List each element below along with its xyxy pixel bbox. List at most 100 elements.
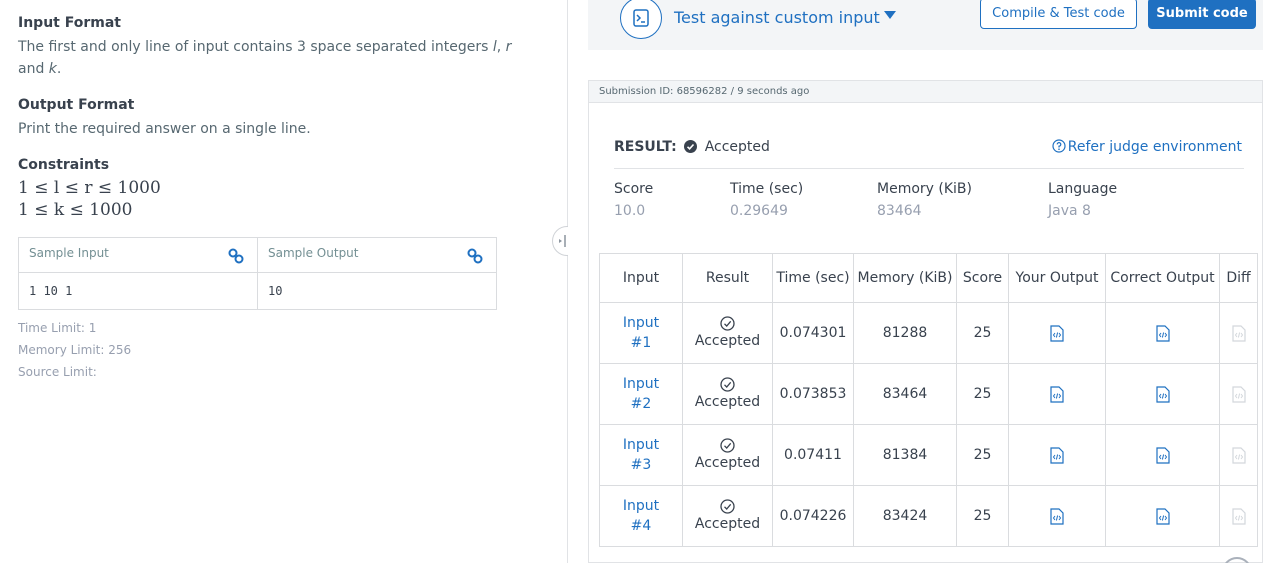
diff-file-icon — [1220, 507, 1257, 525]
problem-pane: Input Format The first and only line of … — [0, 0, 567, 563]
sample-input-value: 1 10 1 — [29, 284, 73, 298]
constraint-1: 1 ≤ l ≤ r ≤ 1000 — [18, 178, 161, 198]
col-input: Input — [599, 253, 683, 303]
your-output-cell[interactable] — [1008, 363, 1106, 425]
refer-judge-label: Refer judge environment — [1067, 139, 1242, 155]
custom-input-toggle[interactable] — [620, 0, 662, 39]
code-file-icon[interactable] — [1009, 385, 1105, 403]
correct-output-cell[interactable] — [1105, 485, 1220, 547]
your-output-cell[interactable] — [1008, 302, 1106, 364]
compile-test-button[interactable]: Compile & Test code — [980, 0, 1137, 29]
score-cell: 25 — [956, 302, 1009, 364]
correct-output-cell[interactable] — [1105, 302, 1220, 364]
input-link-label[interactable]: Input #2 — [619, 374, 663, 414]
result-cell: Accepted — [682, 424, 773, 486]
input-link-label[interactable]: Input #1 — [619, 313, 663, 353]
check-circle-icon — [683, 376, 772, 392]
col-diff: Diff — [1219, 253, 1258, 303]
sample-input-label: Sample Input — [29, 246, 109, 260]
diff-file-icon — [1220, 385, 1257, 403]
input-link-label[interactable]: Input #3 — [619, 435, 663, 475]
your-output-cell[interactable] — [1008, 485, 1106, 547]
code-toolbar: Test against custom input Compile & Test… — [588, 0, 1263, 50]
submit-button[interactable]: Submit code — [1148, 0, 1256, 29]
custom-input-label[interactable]: Test against custom input — [674, 8, 880, 27]
score-cell: 25 — [956, 424, 1009, 486]
diff-file-icon — [1220, 446, 1257, 464]
memory-limit: Memory Limit: 256 — [18, 343, 132, 357]
col-memory: Memory (KiB) — [853, 253, 957, 303]
result-cell: Accepted — [682, 363, 773, 425]
your-output-cell[interactable] — [1008, 424, 1106, 486]
time-value: 0.29649 — [730, 203, 788, 219]
check-circle-icon — [683, 315, 772, 331]
check-circle-icon — [683, 437, 772, 453]
input-link[interactable]: Input #1 — [599, 302, 683, 364]
sample-output-label: Sample Output — [268, 246, 359, 260]
output-format-text: Print the required answer on a single li… — [18, 121, 311, 137]
score-cell: 25 — [956, 363, 1009, 425]
col-correct-output: Correct Output — [1105, 253, 1220, 303]
input-link[interactable]: Input #3 — [599, 424, 683, 486]
constraint-2: 1 ≤ k ≤ 1000 — [18, 200, 133, 220]
sample-input-column: Sample Input 1 10 1 — [19, 238, 258, 309]
chevron-down-icon[interactable] — [884, 11, 896, 19]
col-result: Result — [682, 253, 773, 303]
submission-id: Submission ID: 68596282 / 9 seconds ago — [589, 81, 1262, 103]
check-circle-icon — [684, 140, 698, 153]
language-label: Language — [1048, 181, 1118, 197]
diff-cell — [1219, 485, 1258, 547]
correct-output-cell[interactable] — [1105, 363, 1220, 425]
memory-cell: 81384 — [853, 424, 957, 486]
source-limit: Source Limit: — [18, 365, 97, 379]
sample-io-table: Sample Input 1 10 1 Sample Output 10 — [18, 237, 497, 310]
result-text: Accepted — [694, 515, 761, 532]
submission-pane: Test against custom input Compile & Test… — [568, 0, 1263, 563]
table-row: Input #2 Accepted 0.073853 83464 25 — [599, 363, 1258, 425]
check-circle-icon — [683, 498, 772, 514]
submission-result-card: Submission ID: 68596282 / 9 seconds ago … — [588, 80, 1263, 563]
time-cell: 0.07411 — [772, 424, 854, 486]
col-your-output: Your Output — [1008, 253, 1106, 303]
link-icon[interactable] — [227, 247, 245, 265]
memory-cell: 81288 — [853, 302, 957, 364]
sample-output-column: Sample Output 10 — [258, 238, 496, 309]
table-row: Input #3 Accepted 0.07411 81384 25 — [599, 424, 1258, 486]
code-file-icon[interactable] — [1009, 446, 1105, 464]
input-link-label[interactable]: Input #4 — [619, 496, 663, 536]
col-score: Score — [956, 253, 1009, 303]
input-link[interactable]: Input #4 — [599, 485, 683, 547]
result-label: RESULT: — [614, 139, 677, 155]
result-cell: Accepted — [682, 485, 773, 547]
code-file-icon[interactable] — [1009, 324, 1105, 342]
code-file-icon[interactable] — [1106, 385, 1219, 403]
diff-cell — [1219, 363, 1258, 425]
score-label: Score — [614, 181, 654, 197]
constraints-heading: Constraints — [18, 157, 110, 173]
input-format-heading: Input Format — [18, 15, 121, 31]
language-value: Java 8 — [1048, 203, 1091, 219]
result-status: RESULT: Accepted — [614, 139, 770, 155]
score-cell: 25 — [956, 485, 1009, 547]
col-time: Time (sec) — [772, 253, 854, 303]
code-file-icon[interactable] — [1106, 446, 1219, 464]
correct-output-cell[interactable] — [1105, 424, 1220, 486]
time-limit: Time Limit: 1 — [18, 321, 97, 335]
link-icon[interactable] — [466, 247, 484, 265]
code-file-icon[interactable] — [1106, 507, 1219, 525]
input-format-text: The first and only line of input contain… — [18, 39, 512, 55]
output-format-heading: Output Format — [18, 97, 135, 113]
code-file-icon[interactable] — [1106, 324, 1219, 342]
input-link[interactable]: Input #2 — [599, 363, 683, 425]
code-file-icon[interactable] — [1009, 507, 1105, 525]
divider — [614, 168, 1244, 169]
refer-judge-link[interactable]: Refer judge environment — [1052, 139, 1242, 155]
result-value: Accepted — [704, 139, 770, 155]
input-format-text-cont: and k. — [18, 61, 62, 77]
result-text: Accepted — [694, 454, 761, 471]
time-label: Time (sec) — [730, 181, 804, 197]
terminal-icon — [633, 9, 649, 27]
sample-input-header: Sample Input — [19, 238, 257, 273]
memory-label: Memory (KiB) — [877, 181, 972, 197]
diff-cell — [1219, 424, 1258, 486]
